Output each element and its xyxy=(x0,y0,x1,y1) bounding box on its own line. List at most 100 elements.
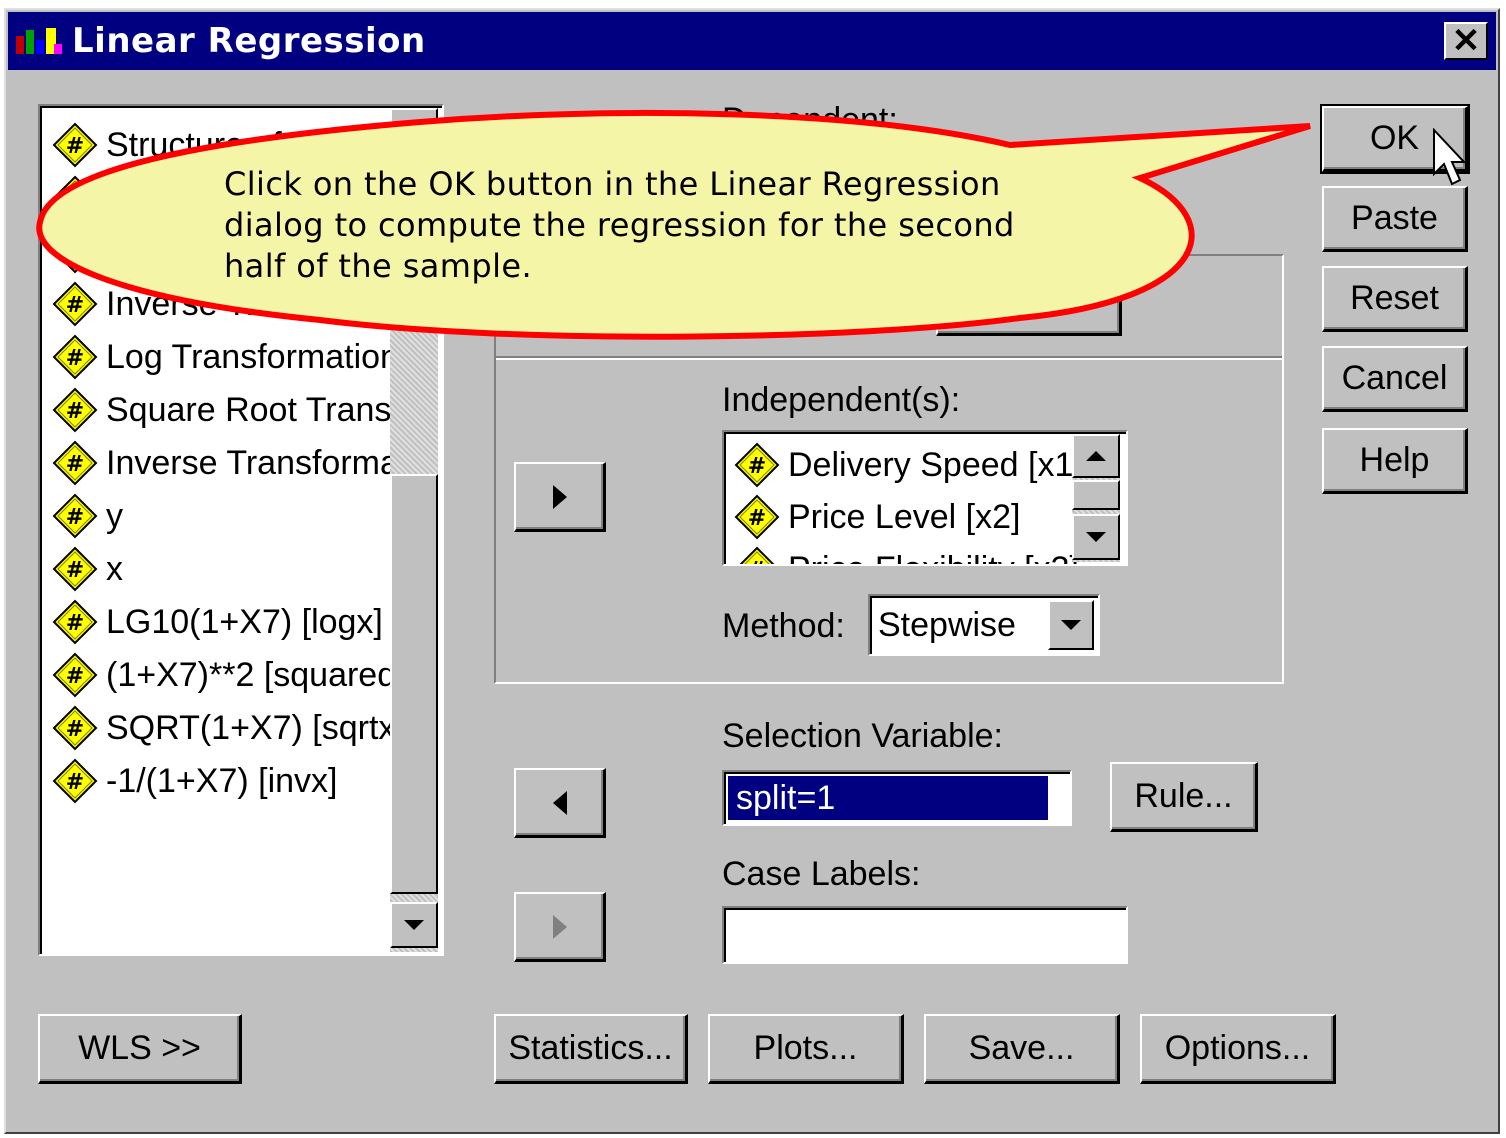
chevron-down-icon xyxy=(1086,532,1106,542)
block-next-button[interactable] xyxy=(936,280,1122,336)
numeric-variable-icon: # xyxy=(52,387,98,433)
method-select[interactable]: Stepwise xyxy=(868,594,1100,656)
independent-list-item[interactable]: # Price Flexibility [x3] xyxy=(734,544,1079,566)
left-arrow-icon xyxy=(552,790,567,815)
variable-list-item[interactable]: # Inverse Transforma xyxy=(52,438,399,488)
variable-name: LG10(1+X7) [logx] xyxy=(106,602,383,641)
variable-name: SQRT(1+X7) [sqrtx] xyxy=(106,708,405,747)
rule-button[interactable]: Rule... xyxy=(1110,762,1258,832)
variable-name: -1/(1+X7) [invx] xyxy=(106,761,338,800)
numeric-variable-icon: # xyxy=(52,493,98,539)
callout-text: Click on the OK button in the Linear Reg… xyxy=(224,165,1015,285)
statistics-button[interactable]: Statistics... xyxy=(494,1014,688,1084)
method-value: Stepwise xyxy=(878,606,1016,644)
variable-list-scroll-thumb[interactable] xyxy=(390,474,438,894)
numeric-variable-icon: # xyxy=(52,122,98,168)
selection-variable-field[interactable]: split=1 xyxy=(722,770,1072,826)
numeric-variable-icon: # xyxy=(52,758,98,804)
svg-text:#: # xyxy=(66,611,84,636)
numeric-variable-icon: # xyxy=(52,440,98,486)
variable-list-item[interactable]: # (1+X7)**2 [squared xyxy=(52,650,396,700)
numeric-variable-icon: # xyxy=(734,442,780,488)
close-icon: ✕ xyxy=(1451,22,1481,60)
selection-variable-value: split=1 xyxy=(728,776,1048,820)
variable-name: Log Transformation xyxy=(106,337,399,376)
numeric-variable-icon: # xyxy=(52,652,98,698)
independents-label: Independent(s): xyxy=(722,381,961,419)
variable-list-item[interactable]: # Structure of P xyxy=(52,120,314,170)
variable-list-item[interactable]: # Square Root Trans xyxy=(52,385,391,435)
svg-text:#: # xyxy=(66,770,84,795)
method-dropdown-button[interactable] xyxy=(1048,600,1094,650)
svg-text:#: # xyxy=(66,293,84,318)
scroll-up-button[interactable] xyxy=(390,108,438,152)
spss-app-icon xyxy=(16,28,62,54)
dependent-label: Dependent: xyxy=(722,101,898,139)
independents-scroll-up[interactable] xyxy=(1072,434,1120,478)
svg-text:#: # xyxy=(66,452,84,477)
independent-list-item[interactable]: # Delivery Speed [x1] xyxy=(734,440,1083,490)
independent-list-item[interactable]: # Price Level [x2] xyxy=(734,492,1020,542)
variable-name: Log xyxy=(106,178,163,217)
svg-text:#: # xyxy=(66,187,84,212)
svg-text:#: # xyxy=(748,558,766,566)
move-selection-button[interactable] xyxy=(514,768,606,838)
numeric-variable-icon: # xyxy=(52,334,98,380)
chevron-down-icon xyxy=(1061,620,1081,630)
variable-name: Inverse Transforma xyxy=(106,443,399,482)
paste-button[interactable]: Paste xyxy=(1322,186,1468,252)
window-title: Linear Regression xyxy=(72,21,426,61)
case-labels-field[interactable] xyxy=(722,906,1128,964)
cancel-button[interactable]: Cancel xyxy=(1322,346,1468,412)
variable-name: Square Root Trans xyxy=(106,390,392,429)
variable-list-item[interactable]: # Log Transformation xyxy=(52,332,399,382)
svg-text:#: # xyxy=(66,717,84,742)
svg-text:#: # xyxy=(66,134,84,159)
block-divider xyxy=(496,356,1282,360)
svg-text:#: # xyxy=(66,558,84,583)
variable-list-item[interactable]: # y xyxy=(52,491,123,541)
wls-button[interactable]: WLS >> xyxy=(38,1014,242,1084)
independents-scroll-thumb[interactable] xyxy=(1072,480,1120,510)
variable-list-item[interactable]: # Log xyxy=(52,173,163,223)
numeric-variable-icon: # xyxy=(52,281,98,327)
case-labels-label: Case Labels: xyxy=(722,855,921,893)
move-to-independents-button[interactable] xyxy=(514,462,606,532)
numeric-variable-icon: # xyxy=(734,494,780,540)
numeric-variable-icon: # xyxy=(52,228,98,274)
right-arrow-icon xyxy=(552,484,567,509)
svg-text:#: # xyxy=(748,454,766,479)
independents-list[interactable]: # Delivery Speed [x1] # Price Level [x2] # Pr… xyxy=(722,430,1128,566)
variable-list-item[interactable]: # SQRT(1+X7) [sqrtx] xyxy=(52,703,405,753)
right-arrow-icon-disabled xyxy=(552,914,567,939)
title-bar[interactable]: Linear Regression ✕ xyxy=(8,12,1496,70)
chevron-up-icon xyxy=(1086,451,1106,461)
selection-variable-label: Selection Variable: xyxy=(722,717,1003,755)
numeric-variable-icon: # xyxy=(52,705,98,751)
method-label: Method: xyxy=(722,607,845,645)
save-button[interactable]: Save... xyxy=(924,1014,1120,1084)
options-button[interactable]: Options... xyxy=(1140,1014,1336,1084)
independents-scroll-down[interactable] xyxy=(1072,514,1120,560)
variable-list-item[interactable]: # LG10(1+X7) [logx] xyxy=(52,597,383,647)
variable-list-item[interactable]: # x xyxy=(52,544,123,594)
variable-list-item[interactable]: # -1/(1+X7) [invx] xyxy=(52,756,337,806)
svg-text:#: # xyxy=(66,240,84,265)
mouse-cursor-icon xyxy=(1433,128,1466,186)
close-button[interactable]: ✕ xyxy=(1444,22,1488,60)
numeric-variable-icon: # xyxy=(52,175,98,221)
numeric-variable-icon: # xyxy=(52,546,98,592)
reset-button[interactable]: Reset xyxy=(1322,266,1468,332)
svg-text:#: # xyxy=(66,399,84,424)
svg-text:#: # xyxy=(66,664,84,689)
svg-text:#: # xyxy=(66,505,84,530)
svg-text:#: # xyxy=(66,346,84,371)
move-case-labels-button[interactable] xyxy=(514,892,606,962)
plots-button[interactable]: Plots... xyxy=(708,1014,904,1084)
numeric-variable-icon: # xyxy=(739,546,775,566)
scroll-down-button[interactable] xyxy=(390,902,438,948)
numeric-variable-icon: # xyxy=(52,599,98,645)
variable-name: Inverse Transforma xyxy=(106,284,399,323)
help-button[interactable]: Help xyxy=(1322,428,1468,494)
independent-name: Price Level [x2] xyxy=(788,497,1021,536)
